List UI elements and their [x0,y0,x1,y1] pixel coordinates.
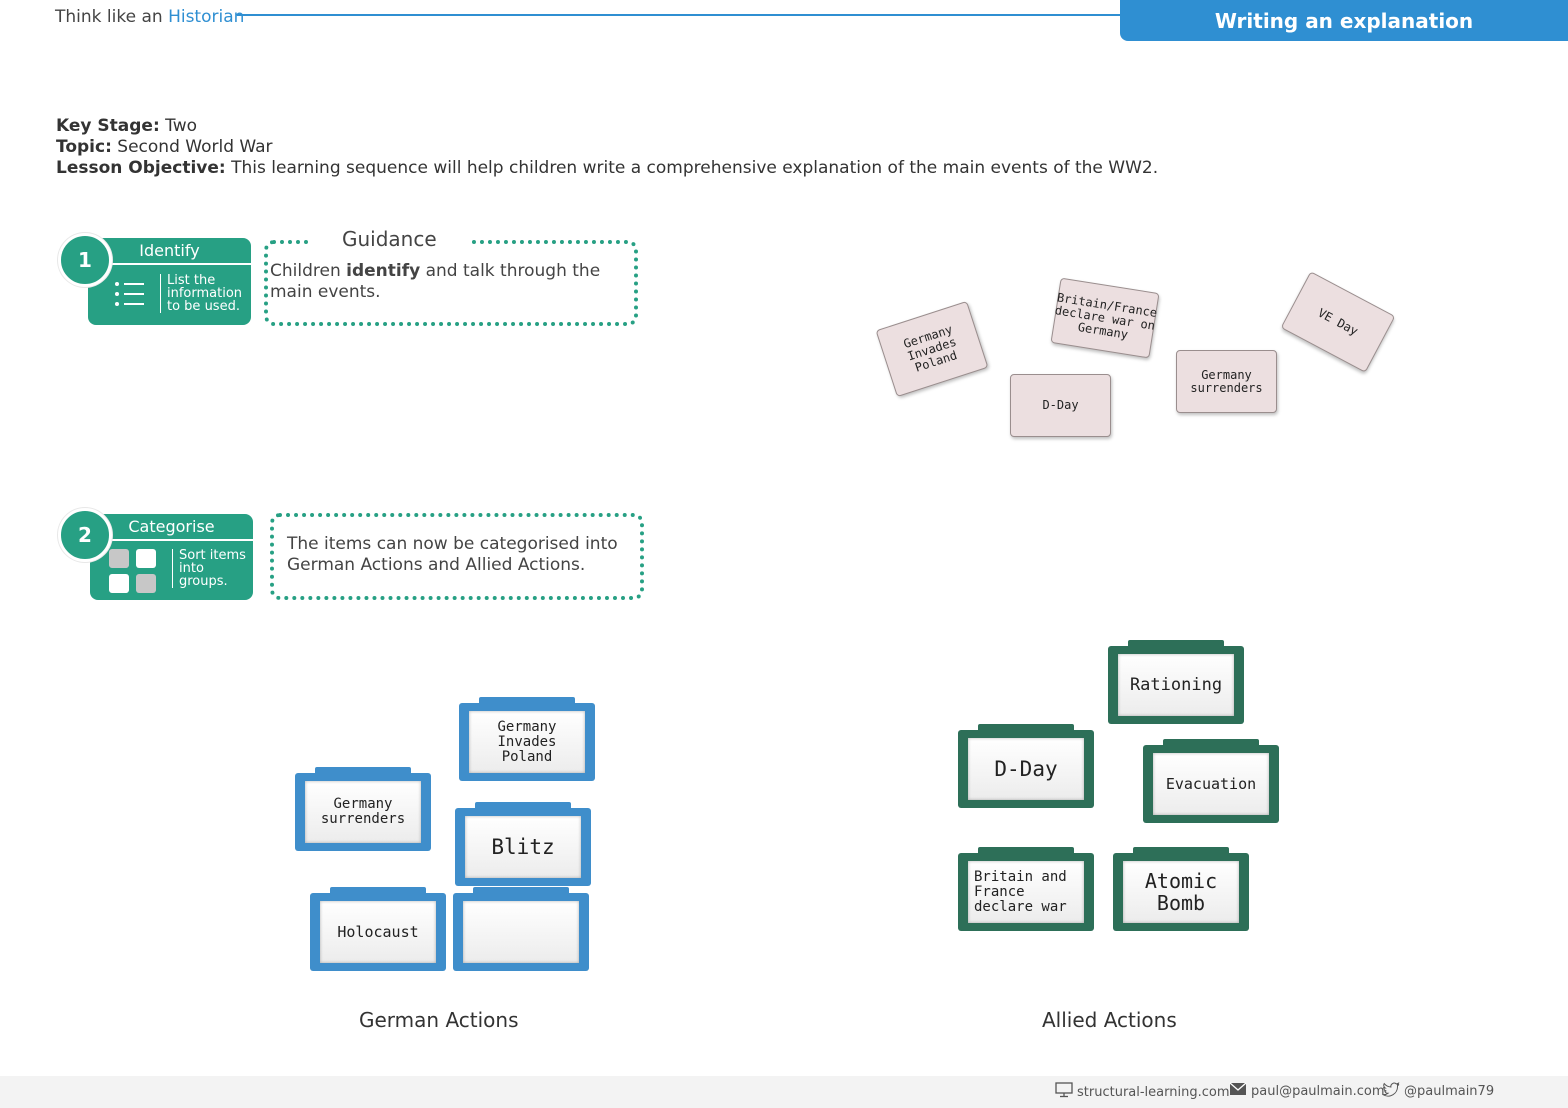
step-description: List the information to be used. [160,274,242,313]
step-number: 1 [58,233,112,287]
event-card: Germany surrenders [1176,350,1277,413]
grid-icon [108,548,158,598]
monitor-icon [1055,1082,1073,1102]
footer-email[interactable]: paul@paulmain.com [1229,1082,1385,1100]
topic: Topic: Second World War [56,137,273,157]
event-card: Germany Invades Poland [875,300,989,398]
event-card: D-Day [1010,374,1111,437]
footer-website[interactable]: structural-learning.com [1055,1082,1229,1102]
german-action-card: Blitz [455,802,591,886]
german-actions-label: German Actions [359,1008,519,1032]
event-card: Britain/France declare war on Germany [1050,277,1160,359]
header-rule [237,14,1137,16]
step-name: Identify [139,240,200,260]
allied-action-card: Evacuation [1143,739,1279,823]
step-identify-badge: Identify List the information to be used… [88,238,251,325]
event-card: VE Day [1280,271,1396,373]
allied-action-card: Atomic Bomb [1113,847,1249,931]
guidance-text-2: The items can now be categorised into Ge… [287,534,618,575]
footer-twitter[interactable]: @paulmain79 [1382,1082,1494,1101]
step-categorise-badge: Categorise Sort items into groups. [90,514,253,600]
step-number: 2 [58,508,112,562]
step-name: Categorise [128,516,215,536]
allied-actions-label: Allied Actions [1042,1008,1177,1032]
mail-icon [1229,1082,1247,1100]
allied-action-card: Britain and France declare war [958,847,1094,931]
lesson-objective: Lesson Objective: This learning sequence… [56,158,1159,178]
twitter-icon [1382,1082,1400,1101]
section-banner: Writing an explanation [1120,0,1568,41]
allied-action-card: D-Day [958,724,1094,808]
header-title: Think like an Historian [55,7,245,27]
allied-action-card: Rationing [1108,640,1244,724]
german-action-card: Holocaust [310,887,446,971]
guidance-text-1: Children identify and talk through the m… [270,261,601,302]
key-stage: Key Stage: Two [56,116,198,136]
german-action-card: Germany Invades Poland [459,697,595,781]
list-icon [114,280,148,314]
guidance-title: Guidance [310,227,469,251]
german-action-card: Germany surrenders [295,767,431,851]
step-description: Sort items into groups. [172,549,246,588]
german-action-card-empty [453,887,589,971]
